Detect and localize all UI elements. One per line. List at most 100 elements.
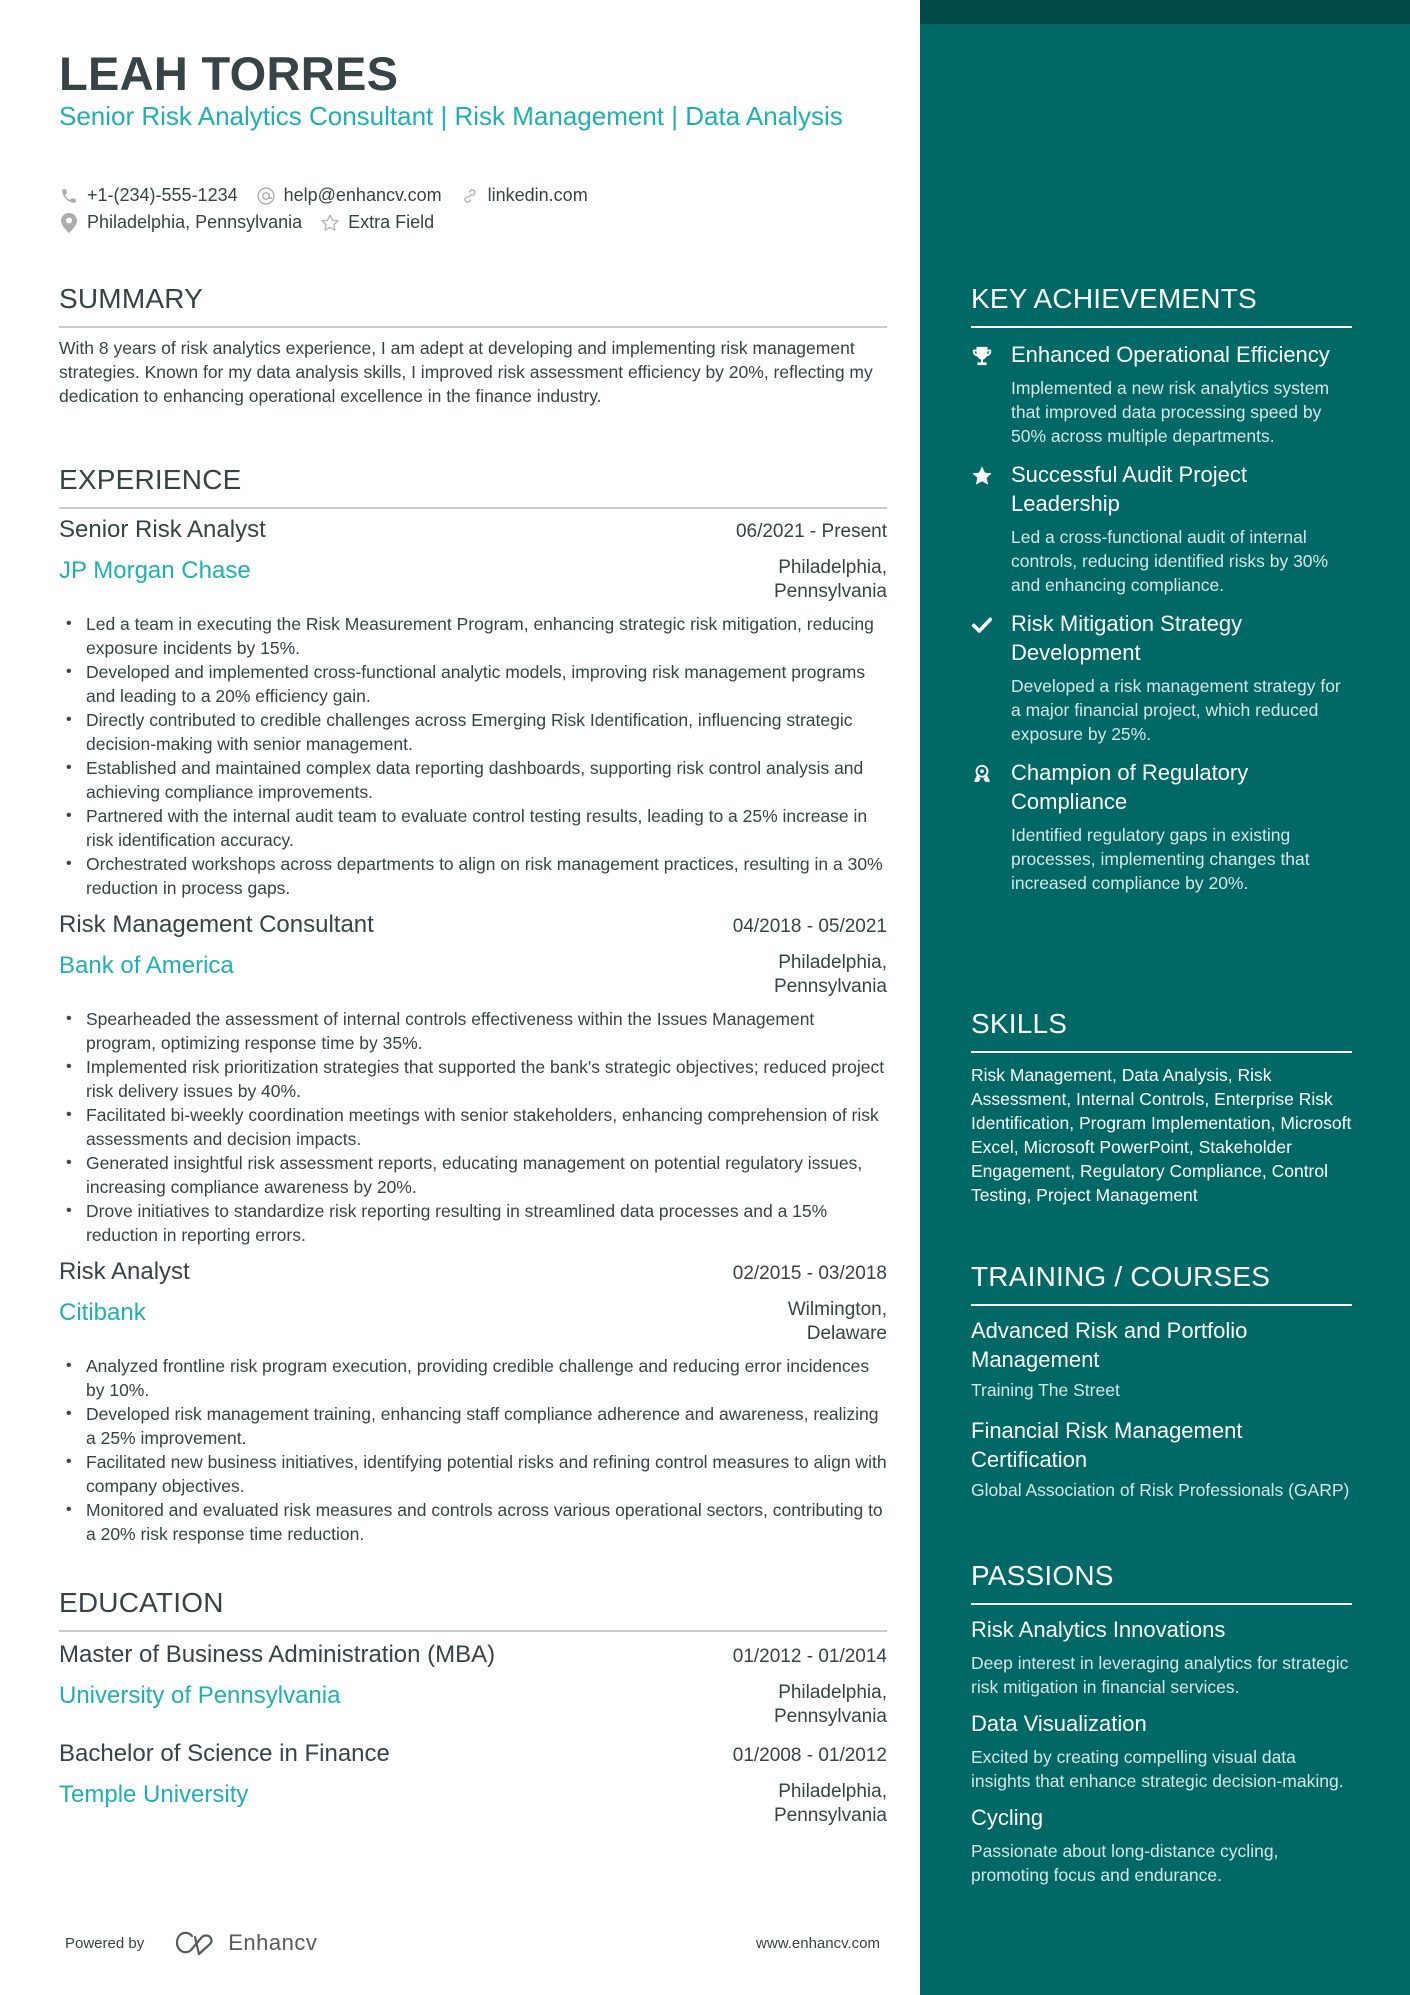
phone-text: +1-(234)-555-1234 xyxy=(87,185,238,205)
job-title: Senior Risk Analyst xyxy=(59,516,266,543)
education-location-line: Philadelphia, xyxy=(778,1781,887,1802)
course-org: Global Association of Risk Professionals… xyxy=(971,1480,1350,1500)
star-icon xyxy=(971,460,1011,597)
enhancv-brand-text: Enhancv xyxy=(228,1930,318,1955)
passion-desc: Excited by creating compelling visual da… xyxy=(971,1747,1344,1791)
job-location: Philadelphia, Pennsylvania xyxy=(737,556,887,604)
passion-desc: Passionate about long-distance cycling, … xyxy=(971,1841,1279,1885)
job-bullets: Analyzed frontline risk program executio… xyxy=(59,1354,887,1546)
job-bullet: Implemented risk prioritization strategi… xyxy=(59,1055,887,1103)
education-dates: 01/2008 - 01/2012 xyxy=(732,1745,887,1766)
job-bullet: Drove initiatives to standardize risk re… xyxy=(59,1199,887,1247)
job-location-line: Pennsylvania xyxy=(773,976,887,997)
summary-heading: SUMMARY xyxy=(59,283,204,314)
job-company[interactable]: JP Morgan Chase xyxy=(59,556,251,604)
school[interactable]: Temple University xyxy=(59,1780,248,1828)
achievement-desc: Identified regulatory gaps in existing p… xyxy=(1011,825,1310,893)
job-location: Wilmington, Delaware xyxy=(737,1298,887,1346)
location-text: Philadelphia, Pennsylvania xyxy=(87,212,303,232)
job-bullet: Orchestrated workshops across department… xyxy=(59,852,887,900)
education-entry: Bachelor of Science in Finance 01/2008 -… xyxy=(59,1739,887,1828)
email-text: help@enhancv.com xyxy=(283,185,442,205)
job-company[interactable]: Bank of America xyxy=(59,951,234,999)
education-location-line: Pennsylvania xyxy=(773,1706,887,1727)
job-dates: 04/2018 - 05/2021 xyxy=(732,916,887,937)
job-bullet: Established and maintained complex data … xyxy=(59,756,887,804)
course-org: Training The Street xyxy=(971,1380,1120,1400)
skills-heading: SKILLS xyxy=(971,1008,1068,1039)
course-item: Financial Risk Management Certification … xyxy=(971,1416,1352,1502)
education-dates: 01/2012 - 01/2014 xyxy=(732,1646,887,1667)
job-bullet: Developed risk management training, enha… xyxy=(59,1402,887,1450)
education-divider xyxy=(59,1630,887,1632)
website-link[interactable]: www.enhancv.com xyxy=(756,1935,880,1952)
job-location-line: Delaware xyxy=(806,1323,887,1344)
job-bullet: Monitored and evaluated risk measures an… xyxy=(59,1498,887,1546)
contact-location: Philadelphia, Pennsylvania xyxy=(59,212,302,233)
job-location-line: Pennsylvania xyxy=(773,581,887,602)
link-icon xyxy=(460,186,480,206)
achievements-divider xyxy=(971,326,1352,328)
training-section: TRAINING / COURSES Advanced Risk and Por… xyxy=(971,1260,1352,1502)
passion-title: Risk Analytics Innovations xyxy=(971,1617,1226,1642)
trophy-icon xyxy=(971,340,1011,448)
achievement-item: Risk Mitigation Strategy Development Dev… xyxy=(971,609,1352,746)
linkedin-text: linkedin.com xyxy=(487,185,588,205)
achievement-item: Successful Audit Project Leadership Led … xyxy=(971,460,1352,597)
degree: Bachelor of Science in Finance xyxy=(59,1740,390,1767)
experience-heading: EXPERIENCE xyxy=(59,464,242,495)
job-title: Risk Analyst xyxy=(59,1258,190,1285)
passion-title: Cycling xyxy=(971,1805,1044,1830)
experience-section: EXPERIENCE Senior Risk Analyst 06/2021 -… xyxy=(59,463,887,1546)
job-bullet: Partnered with the internal audit team t… xyxy=(59,804,887,852)
job-entry: Risk Analyst 02/2015 - 03/2018 Citibank … xyxy=(59,1257,887,1546)
job-dates: 02/2015 - 03/2018 xyxy=(732,1263,887,1284)
skills-list: Risk Management, Data Analysis, Risk Ass… xyxy=(971,1065,1352,1205)
job-bullet: Led a team in executing the Risk Measure… xyxy=(59,612,887,660)
education-location-line: Pennsylvania xyxy=(773,1805,887,1826)
summary-divider xyxy=(59,326,887,328)
candidate-name: LEAH TORRES xyxy=(59,47,399,100)
achievement-item: Enhanced Operational Efficiency Implemen… xyxy=(971,340,1352,448)
at-icon xyxy=(256,186,276,206)
job-location-line: Philadelphia, xyxy=(778,952,887,973)
course-title: Advanced Risk and Portfolio Management xyxy=(971,1318,1248,1372)
contact-linkedin[interactable]: linkedin.com xyxy=(460,185,588,206)
education-location: Philadelphia, Pennsylvania xyxy=(737,1780,887,1828)
summary-section: SUMMARY With 8 years of risk analytics e… xyxy=(59,282,887,408)
school[interactable]: University of Pennsylvania xyxy=(59,1681,340,1729)
contact-phone[interactable]: +1-(234)-555-1234 xyxy=(59,185,238,206)
job-location: Philadelphia, Pennsylvania xyxy=(737,951,887,999)
enhancv-logo-icon xyxy=(176,1931,213,1956)
job-entry: Senior Risk Analyst 06/2021 - Present JP… xyxy=(59,515,887,900)
job-bullets: Spearheaded the assessment of internal c… xyxy=(59,1007,887,1247)
job-entry: Risk Management Consultant 04/2018 - 05/… xyxy=(59,910,887,1247)
course-item: Advanced Risk and Portfolio Management T… xyxy=(971,1316,1352,1402)
passion-desc: Deep interest in leveraging analytics fo… xyxy=(971,1653,1349,1697)
job-company[interactable]: Citibank xyxy=(59,1298,146,1346)
enhancv-logo[interactable]: Enhancv xyxy=(172,1930,317,1956)
job-title: Risk Management Consultant xyxy=(59,911,374,938)
summary-text: With 8 years of risk analytics experienc… xyxy=(59,338,873,406)
location-pin-icon xyxy=(59,212,79,233)
passion-item: Cycling Passionate about long-distance c… xyxy=(971,1803,1352,1887)
achievements-section: KEY ACHIEVEMENTS Enhanced Operational Ef… xyxy=(971,282,1352,895)
extra-field-text: Extra Field xyxy=(348,212,435,232)
training-divider xyxy=(971,1304,1352,1306)
achievement-desc: Implemented a new risk analytics system … xyxy=(1011,378,1330,446)
achievement-title: Enhanced Operational Efficiency xyxy=(1011,342,1330,367)
star-outline-icon xyxy=(320,213,340,233)
education-section: EDUCATION Master of Business Administrat… xyxy=(59,1586,887,1828)
training-heading: TRAINING / COURSES xyxy=(971,1261,1271,1292)
education-location: Philadelphia, Pennsylvania xyxy=(737,1681,887,1729)
education-entry: Master of Business Administration (MBA) … xyxy=(59,1640,887,1729)
powered-by: Powered by Enhancv xyxy=(65,1930,317,1956)
achievement-title: Successful Audit Project Leadership xyxy=(1011,462,1248,516)
job-bullet: Analyzed frontline risk program executio… xyxy=(59,1354,887,1402)
skills-divider xyxy=(971,1051,1352,1053)
job-bullets: Led a team in executing the Risk Measure… xyxy=(59,612,887,900)
job-location-line: Wilmington, xyxy=(787,1299,887,1320)
achievement-title: Champion of Regulatory Compliance xyxy=(1011,760,1249,814)
contact-email[interactable]: help@enhancv.com xyxy=(256,185,442,206)
passions-heading: PASSIONS xyxy=(971,1560,1114,1591)
